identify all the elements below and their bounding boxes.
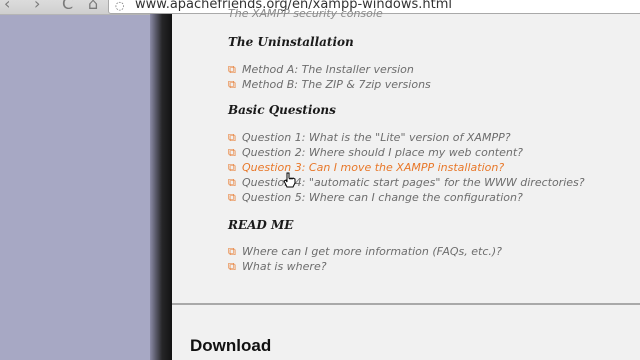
link-method-b[interactable]: ⧉ Method B: The ZIP & 7zip versions (228, 78, 431, 92)
link-question-2[interactable]: ⧉ Question 2: Where should I place my web… (228, 146, 523, 160)
section-title-uninstallation: The Uninstallation (228, 35, 354, 49)
link-more-info[interactable]: ⧉ Where can I get more information (FAQs,… (228, 245, 502, 259)
sidebar (0, 14, 150, 360)
main-content: The XAMPP security console The Uninstall… (172, 7, 640, 360)
external-link-icon: ⧉ (228, 131, 236, 144)
external-link-icon: ⧉ (228, 176, 236, 189)
external-link-icon: ⧉ (228, 78, 236, 91)
home-button[interactable]: ⌂ (88, 0, 98, 12)
reload-button[interactable]: C (62, 0, 73, 12)
divider (172, 303, 640, 305)
link-question-1[interactable]: ⧉ Question 1: What is the "Lite" version … (228, 131, 511, 145)
link-what-is-where[interactable]: ⧉ What is where? (228, 260, 327, 274)
external-link-icon: ⧉ (228, 63, 236, 76)
external-link-icon: ⧉ (228, 146, 236, 159)
link-question-5[interactable]: ⧉ Question 5: Where can I change the conf… (228, 191, 523, 205)
link-question-3[interactable]: ⧉ Question 3: Can I move the XAMPP instal… (228, 161, 504, 175)
external-link-icon: ⧉ (228, 161, 236, 174)
link-method-a[interactable]: ⧉ Method A: The Installer version (228, 63, 414, 77)
back-button[interactable]: ‹ (4, 0, 10, 12)
download-heading: Download (190, 336, 272, 355)
forward-button[interactable]: › (34, 0, 40, 12)
sidebar-divider (150, 14, 172, 360)
section-title-read-me: READ ME (228, 218, 294, 232)
cut-off-link[interactable]: The XAMPP security console (228, 7, 383, 20)
link-question-4[interactable]: ⧉ Question 4: "automatic start pages" for… (228, 176, 585, 190)
external-link-icon: ⧉ (228, 245, 236, 258)
hand-cursor-icon (283, 172, 296, 188)
external-link-icon: ⧉ (228, 191, 236, 204)
external-link-icon: ⧉ (228, 260, 236, 273)
section-title-basic-questions: Basic Questions (228, 103, 336, 117)
page-icon: ◌ (115, 0, 125, 12)
